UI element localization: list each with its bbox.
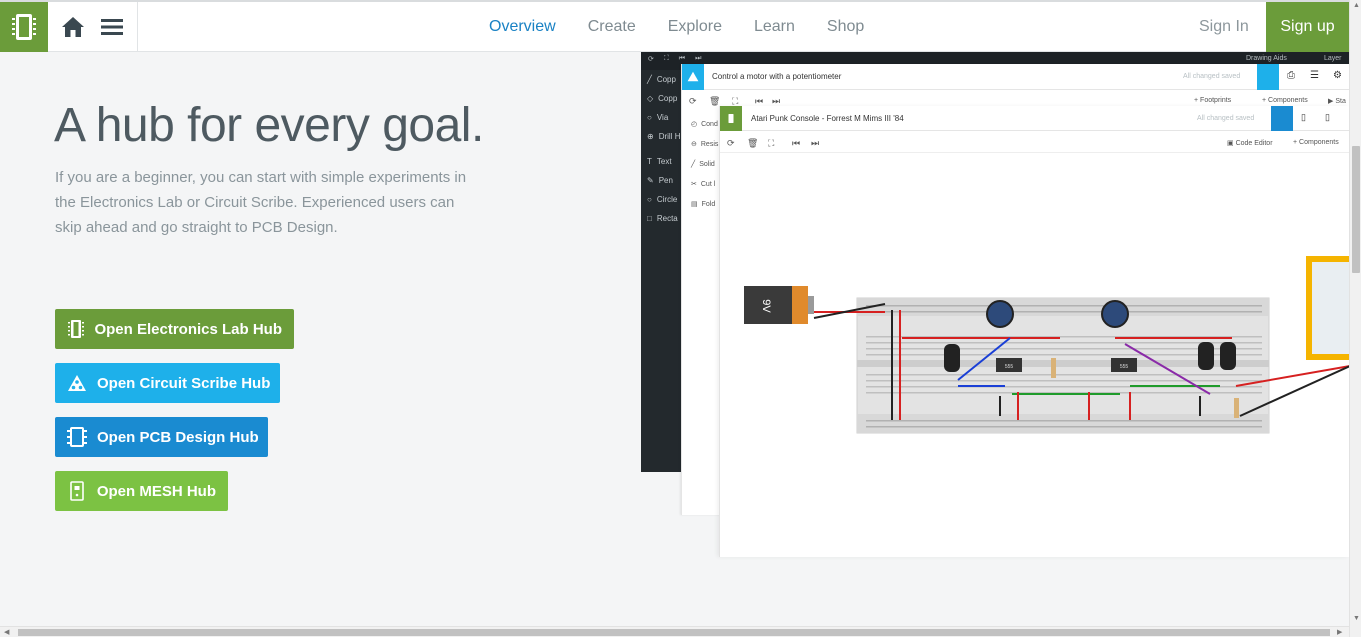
chip-logo-icon [12, 14, 36, 40]
capacitor [944, 344, 960, 372]
electronics-lab-label: Open Electronics Lab Hub [94, 320, 282, 338]
resistor [1051, 358, 1056, 378]
electronics-lab-icon [67, 319, 84, 339]
circuit-view-tab [1257, 64, 1279, 90]
components-button: + Components [1293, 139, 1339, 146]
resistor [1234, 398, 1239, 418]
electronics-lab-badge [720, 105, 742, 131]
electronics-lab-preview: Atari Punk Console - Forrest M Mims III … [719, 105, 1350, 557]
potentiometer [1101, 300, 1129, 328]
pcb-view-tab [1271, 106, 1293, 131]
pcb-tool: T Text [647, 157, 672, 166]
scroll-down-arrow-icon[interactable]: ▼ [1353, 615, 1360, 622]
cs-tool: ◴ Cond [691, 120, 718, 129]
nav-divider [137, 2, 138, 52]
skip-forward-icon: ⏭ [811, 138, 820, 148]
list-icon: ☰ [1310, 70, 1319, 81]
fit-icon: ⛶ [663, 54, 669, 62]
nav-overview[interactable]: Overview [489, 18, 556, 36]
nav-create[interactable]: Create [588, 18, 636, 36]
refresh-icon: ⟳ [648, 55, 654, 63]
battery-9v: 9V [744, 286, 814, 324]
battery-label: 9V [760, 299, 772, 313]
vertical-scroll-thumb[interactable] [1352, 146, 1360, 273]
save-status: All changed saved [1183, 73, 1241, 80]
hero-title: A hub for every goal. [54, 99, 484, 152]
scroll-left-arrow-icon[interactable]: ◀ [4, 628, 9, 636]
skip-forward-icon: ⏭ [695, 54, 702, 62]
electronics-lab-toolbar: ⟳ 🗑 ⛶ ⏮ ⏭ ▣ Code Editor + Components [720, 133, 1350, 153]
circuit-scribe-badge [682, 63, 704, 90]
ic-label: 555 [1120, 364, 1129, 370]
layers-label: Layer [1324, 55, 1342, 62]
breadboard-view-icon: ▯ [1301, 112, 1306, 122]
pcb-tool-sidebar: ╱ Copp ◇ Copp ○ Via ⊕ Drill H T Text ✎ Pen ○ Ci… [641, 70, 681, 472]
nav-explore[interactable]: Explore [668, 18, 722, 36]
sign-up-button[interactable]: Sign up [1266, 2, 1349, 52]
code-editor-button: ▣ Code Editor [1227, 140, 1273, 147]
start-button: ▶ Sta [1328, 98, 1346, 105]
horizontal-scrollbar[interactable]: ◀ ▶ [0, 626, 1349, 637]
circuit-scribe-project-title: Control a motor with a potentiometer [712, 72, 842, 81]
home-button[interactable] [58, 14, 88, 40]
pcb-tool: ◇ Copp [647, 94, 678, 103]
open-mesh-hub-button[interactable]: Open MESH Hub [55, 471, 228, 511]
trash-icon: 🗑 [747, 138, 759, 148]
sign-in-link[interactable]: Sign In [1199, 2, 1249, 52]
pcb-tool: ╱ Copp [647, 75, 676, 84]
pcb-tool: ○ Via [647, 113, 669, 122]
pcb-tool: ✎ Pen [647, 176, 673, 185]
vertical-scrollbar[interactable]: ▲ ▼ [1349, 0, 1361, 637]
footprints-button: + Footprints [1194, 97, 1232, 104]
skip-back-icon: ⏮ [678, 54, 686, 62]
hamburger-menu-icon [101, 19, 123, 35]
electronics-lab-project-title: Atari Punk Console - Forrest M Mims III … [751, 113, 904, 123]
drawing-aids-label: Drawing Aids [1246, 55, 1287, 62]
home-icon [62, 17, 84, 37]
main-nav-links: Overview Create Explore Learn Shop [489, 2, 896, 52]
skip-back-icon: ⏮ [792, 138, 801, 148]
components-button: + Components [1262, 97, 1308, 104]
pcb-design-icon [67, 427, 87, 447]
ic-label: 555 [1005, 364, 1014, 370]
autodesk-circuits-logo[interactable] [0, 2, 48, 52]
cs-tool: ╱ Solid [691, 160, 715, 169]
rotate-icon: ⟳ [727, 138, 735, 148]
cs-tool: ⊖ Resis [691, 140, 719, 149]
breadboard-circuit: 9V 555 555 [744, 256, 1350, 434]
circuit-scribe-header: Control a motor with a potentiometer All… [682, 63, 1350, 90]
pcb-tool: ⊕ Drill H [647, 132, 681, 141]
fit-icon: ⛶ [768, 138, 775, 148]
hero-description: If you are a beginner, you can start wit… [55, 169, 467, 236]
scroll-right-arrow-icon[interactable]: ▶ [1337, 628, 1342, 636]
nav-learn[interactable]: Learn [754, 18, 795, 36]
print-icon: ⎙ [1287, 70, 1295, 81]
nav-shop[interactable]: Shop [827, 18, 864, 36]
capacitor [1198, 342, 1214, 370]
potentiometer [986, 300, 1014, 328]
circuit-scribe-icon [67, 373, 87, 393]
cs-tool: ▤ Fold [691, 200, 716, 209]
pcb-tool: ○ Circle [647, 195, 678, 204]
menu-button[interactable] [98, 14, 126, 40]
electronics-lab-header: Atari Punk Console - Forrest M Mims III … [720, 105, 1350, 131]
top-navigation-bar: Overview Create Explore Learn Shop Sign … [0, 0, 1349, 52]
scroll-up-arrow-icon[interactable]: ▲ [1353, 2, 1360, 9]
open-circuit-scribe-hub-button[interactable]: Open Circuit Scribe Hub [55, 363, 280, 403]
open-electronics-lab-hub-button[interactable]: Open Electronics Lab Hub [55, 309, 294, 349]
save-status: All changed saved [1197, 115, 1255, 122]
circuit-scribe-tool-sidebar: ◴ Cond ⊖ Resis ╱ Solid ✂ Cut l ▤ Fold [682, 114, 722, 214]
gear-icon: ⚙ [1333, 70, 1342, 81]
mesh-icon [67, 481, 87, 501]
cs-tool: ✂ Cut l [691, 180, 716, 189]
schematic-view-icon: ▯ [1325, 112, 1330, 122]
pcb-tool: □ Recta [647, 214, 678, 223]
rotate-icon: ⟳ [689, 96, 697, 106]
open-pcb-design-hub-button[interactable]: Open PCB Design Hub [55, 417, 268, 457]
circuit-scribe-label: Open Circuit Scribe Hub [97, 374, 271, 392]
horizontal-scroll-thumb[interactable] [18, 629, 1330, 636]
mesh-label: Open MESH Hub [96, 482, 216, 500]
capacitor [1220, 342, 1236, 370]
pcb-design-label: Open PCB Design Hub [97, 428, 259, 446]
